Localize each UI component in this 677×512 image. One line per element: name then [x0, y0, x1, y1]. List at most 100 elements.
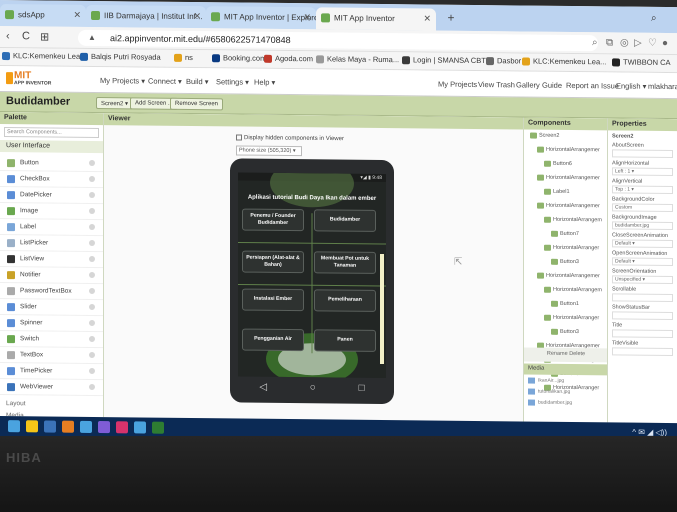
palette-category-layout[interactable]: Layout — [0, 395, 103, 408]
display-hidden-checkbox[interactable]: Display hidden components in Viewer — [236, 134, 344, 142]
component-tree-node[interactable]: HorizontalArrangemer — [524, 199, 607, 214]
user-account[interactable]: mlakhara — [648, 82, 677, 91]
link-report-issue[interactable]: Report an Issue — [566, 81, 619, 91]
bookmark[interactable]: ns — [174, 53, 193, 62]
close-tab-icon[interactable]: ✕ — [73, 10, 81, 21]
apps-grid-icon[interactable]: ⊞ — [40, 30, 49, 43]
shield-icon[interactable]: ♡ — [648, 38, 657, 49]
recents-nav-icon[interactable]: □ — [359, 382, 365, 393]
palette-item[interactable]: WebViewer — [0, 379, 103, 397]
taskbar-app-icon[interactable] — [134, 421, 146, 434]
component-tree-node[interactable]: HorizontalArranger — [524, 241, 607, 256]
component-tree-node[interactable]: Button3 — [524, 255, 607, 270]
bookmark[interactable]: Booking.com — [212, 53, 266, 63]
button-founder[interactable]: Penemu / Founder Budidamber — [242, 208, 304, 232]
link-guide[interactable]: Guide — [542, 81, 562, 90]
link-my-projects[interactable]: My Projects — [438, 80, 477, 89]
button-panen[interactable]: Panen — [314, 329, 376, 352]
help-icon[interactable] — [89, 207, 95, 214]
palette-search-input[interactable]: Search Components... — [4, 127, 99, 139]
help-icon[interactable] — [89, 287, 95, 294]
taskbar-app-icon[interactable] — [62, 420, 74, 433]
component-tree-node[interactable]: Screen2 — [524, 129, 607, 144]
close-tab-icon[interactable]: ✕ — [423, 13, 431, 24]
button-membuat-pot[interactable]: Membuat Pot untuk Tanaman — [314, 251, 376, 274]
taskbar-app-icon[interactable] — [98, 421, 110, 434]
tab-explore[interactable]: MIT App Inventor | Explore ✕ — [206, 6, 316, 30]
component-tree-node[interactable]: Button3 — [524, 325, 607, 340]
phone-scrollbar[interactable] — [380, 253, 384, 365]
new-tab-button[interactable]: + — [442, 9, 460, 27]
button-persiapan[interactable]: Persiapan (Alat-alat & Bahan) — [242, 250, 304, 274]
palette-item[interactable]: ListPicker — [0, 235, 103, 253]
palette-item[interactable]: Switch — [0, 331, 103, 349]
help-icon[interactable] — [89, 175, 95, 182]
help-icon[interactable] — [89, 159, 95, 166]
phone-size-select[interactable]: Phone size (505,320) ▾ — [236, 145, 302, 157]
search-icon[interactable]: ⌕ — [592, 37, 598, 48]
help-icon[interactable] — [89, 335, 95, 342]
menu-build[interactable]: Build ▾ — [186, 77, 209, 86]
menu-connect[interactable]: Connect ▾ — [148, 77, 182, 86]
tab-sdsapp[interactable]: sdsApp ✕ — [0, 4, 86, 27]
link-gallery[interactable]: Gallery — [516, 80, 540, 89]
home-nav-icon[interactable]: ○ — [310, 382, 316, 393]
extension-icon[interactable]: ◎ — [620, 37, 629, 48]
share-icon[interactable]: ⧉ — [606, 37, 613, 48]
button-pemeliharaan[interactable]: Pemeliharaan — [314, 289, 376, 312]
bookmark[interactable]: KLC:Kemenkeu Lea... — [2, 51, 86, 61]
help-icon[interactable] — [89, 319, 95, 326]
bookmark[interactable]: Balqis Putri Rosyada — [80, 52, 161, 62]
palette-item[interactable]: CheckBox — [0, 171, 103, 189]
palette-item[interactable]: Image — [0, 203, 103, 221]
tab-search-icon[interactable]: ⌕ — [651, 13, 665, 27]
bookmark[interactable]: Dasbor — [486, 56, 521, 65]
component-tree-node[interactable]: HorizontalArrangemer — [524, 143, 607, 158]
mit-logo[interactable]: MIT APP INVENTOR — [6, 70, 66, 89]
help-icon[interactable] — [89, 367, 95, 374]
media-item[interactable]: budidamber.jpg — [524, 396, 608, 408]
media-item[interactable]: tutorialikan.jpg — [524, 385, 608, 397]
menu-my-projects[interactable]: My Projects ▾ — [100, 76, 145, 85]
taskbar-app-icon[interactable] — [116, 421, 128, 434]
profile-icon[interactable]: ● — [662, 38, 668, 49]
address-bar[interactable]: ▲ ai2.appinventor.mit.edu/#65806225714708… — [78, 29, 598, 52]
back-icon[interactable]: ‹ — [6, 30, 10, 42]
media-item[interactable]: IkanAir...jpg — [524, 374, 608, 386]
property-value[interactable] — [612, 347, 673, 357]
palette-item[interactable]: TextBox — [0, 347, 103, 365]
component-tree-node[interactable]: HorizontalArrangem — [524, 283, 607, 298]
palette-category-user-interface[interactable]: User Interface — [0, 140, 103, 154]
help-icon[interactable] — [89, 303, 95, 310]
component-tree-node[interactable]: Label1 — [524, 185, 607, 200]
menu-help[interactable]: Help ▾ — [254, 78, 275, 87]
component-tree-node[interactable]: HorizontalArranger — [524, 311, 607, 326]
tab-darmajaya[interactable]: IIB Darmajaya | Institut Inf... ✕ — [86, 4, 206, 29]
palette-item[interactable]: Notifier — [0, 267, 103, 285]
component-tree-node[interactable]: Button6 — [524, 157, 607, 172]
link-view-trash[interactable]: View Trash — [478, 80, 515, 89]
bookmark[interactable]: Login | SMANSA CBT — [402, 55, 486, 65]
component-tree-node[interactable]: Button7 — [524, 227, 607, 242]
taskbar-app-icon[interactable] — [44, 420, 56, 433]
palette-item[interactable]: DatePicker — [0, 187, 103, 205]
button-budidamber[interactable]: Budidamber — [314, 209, 376, 232]
taskbar-app-icon[interactable] — [152, 421, 164, 434]
component-tree-node[interactable]: Button1 — [524, 297, 607, 312]
help-icon[interactable] — [89, 383, 95, 390]
language-select[interactable]: English ▾ — [616, 81, 646, 90]
help-icon[interactable] — [89, 271, 95, 278]
palette-item[interactable]: ListView — [0, 251, 103, 269]
component-tree-node[interactable]: HorizontalArrangemer — [524, 269, 607, 284]
component-tree-node[interactable]: HorizontalArrangemer — [524, 171, 607, 186]
back-nav-icon[interactable]: ◁ — [259, 381, 267, 392]
reload-icon[interactable]: C — [22, 30, 30, 42]
taskbar-app-icon[interactable] — [26, 420, 38, 433]
close-tab-icon[interactable]: ✕ — [303, 12, 311, 23]
play-icon[interactable]: ▷ — [634, 38, 642, 49]
help-icon[interactable] — [89, 239, 95, 246]
bookmark[interactable]: KLC:Kemenkeu Lea... — [522, 56, 606, 66]
menu-settings[interactable]: Settings ▾ — [216, 77, 249, 86]
palette-item[interactable]: Spinner — [0, 315, 103, 333]
button-penggantian-air[interactable]: Pengganian Air — [242, 328, 304, 352]
